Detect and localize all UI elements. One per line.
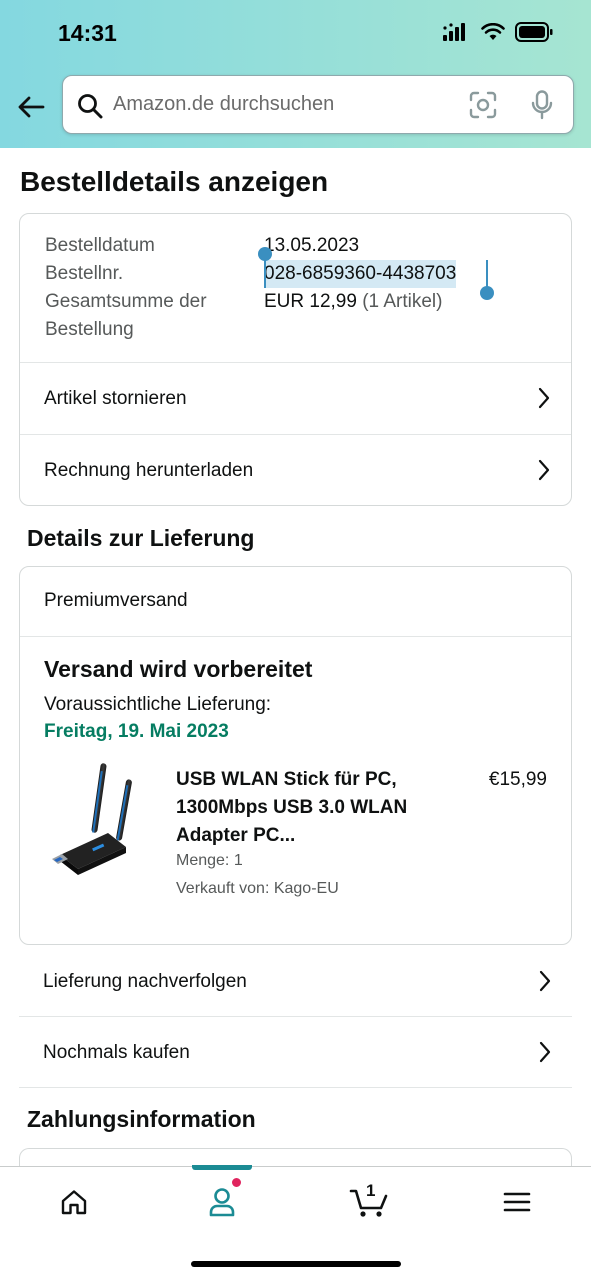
order-number-value[interactable]: 028-6859360-4438703 [264,260,457,288]
download-invoice-label: Rechnung herunterladen [44,460,254,481]
chevron-right-icon [538,387,550,409]
user-icon [209,1188,235,1217]
buy-again-row[interactable]: Nochmals kaufen [19,1017,572,1088]
chevron-right-icon [539,1041,551,1063]
shipping-type: Premiumversand [44,590,188,611]
product-price: €15,99 [488,769,547,790]
order-total-label-2: Bestellung [45,319,134,340]
product-image[interactable] [50,763,142,875]
back-button[interactable] [14,90,48,124]
payment-section-title: Zahlungsinformation [27,1106,256,1132]
cart-count-badge: 1 [366,1181,376,1200]
product-title[interactable]: USB WLAN Stick für PC, 1300Mbps USB 3.0 … [176,766,426,850]
download-invoice-row[interactable]: Rechnung herunterladen [20,434,571,506]
order-summary-card: Bestelldatum 13.05.2023 Bestellnr. 028-6… [19,213,572,506]
selection-end-handle[interactable] [480,286,494,300]
chevron-right-icon [539,970,551,992]
track-delivery-row[interactable]: Lieferung nachverfolgen [19,946,572,1017]
order-total-amount: EUR 12,99 [264,291,357,312]
track-delivery-label: Lieferung nachverfolgen [43,971,247,992]
status-time: 14:31 [58,20,117,46]
order-date-value: 13.05.2023 [264,235,360,256]
back-arrow-icon [18,96,45,118]
order-total-items: (1 Artikel) [362,291,443,312]
home-icon [61,1190,87,1215]
tab-account[interactable] [172,1167,272,1237]
search-bar[interactable] [62,75,574,134]
tab-cart[interactable] [319,1167,419,1237]
shipping-status: Versand wird vorbereitet [44,656,313,682]
divider [20,636,571,637]
eta-date: Freitag, 19. Mai 2023 [44,721,229,742]
tab-home[interactable] [24,1167,124,1237]
page-title: Bestelldetails anzeigen [20,166,329,197]
order-total-value: EUR 12,99 (1 Artikel) [264,288,442,316]
notification-dot [231,1177,242,1188]
microphone-icon[interactable] [531,90,553,120]
order-number-label: Bestellnr. [45,263,124,284]
selection-start-handle[interactable] [258,247,272,261]
eta-label: Voraussichtliche Lieferung: [44,694,272,715]
tab-menu[interactable] [467,1167,567,1237]
product-quantity: Menge: 1 [176,852,243,869]
order-date-label: Bestelldatum [45,235,155,256]
header: 14:31 [0,0,591,148]
menu-icon [503,1192,531,1212]
buy-again-label: Nochmals kaufen [43,1042,190,1063]
search-icon [78,94,103,119]
cancel-items-row[interactable]: Artikel stornieren [20,362,571,434]
status-icons [443,22,553,42]
product-seller: Verkauft von: Kago-EU [176,880,339,897]
order-total-label-1: Gesamtsumme der [45,291,207,312]
camera-scan-icon[interactable] [469,91,497,119]
delivery-card: Premiumversand Versand wird vorbereitet … [19,566,572,945]
cancel-items-label: Artikel stornieren [44,388,187,409]
search-input[interactable] [113,76,453,133]
battery-icon [515,22,553,42]
signal-icon [443,23,465,41]
wifi-icon [481,23,505,40]
chevron-right-icon [538,459,550,481]
delivery-section-title: Details zur Lieferung [27,525,255,551]
home-indicator [191,1261,401,1267]
